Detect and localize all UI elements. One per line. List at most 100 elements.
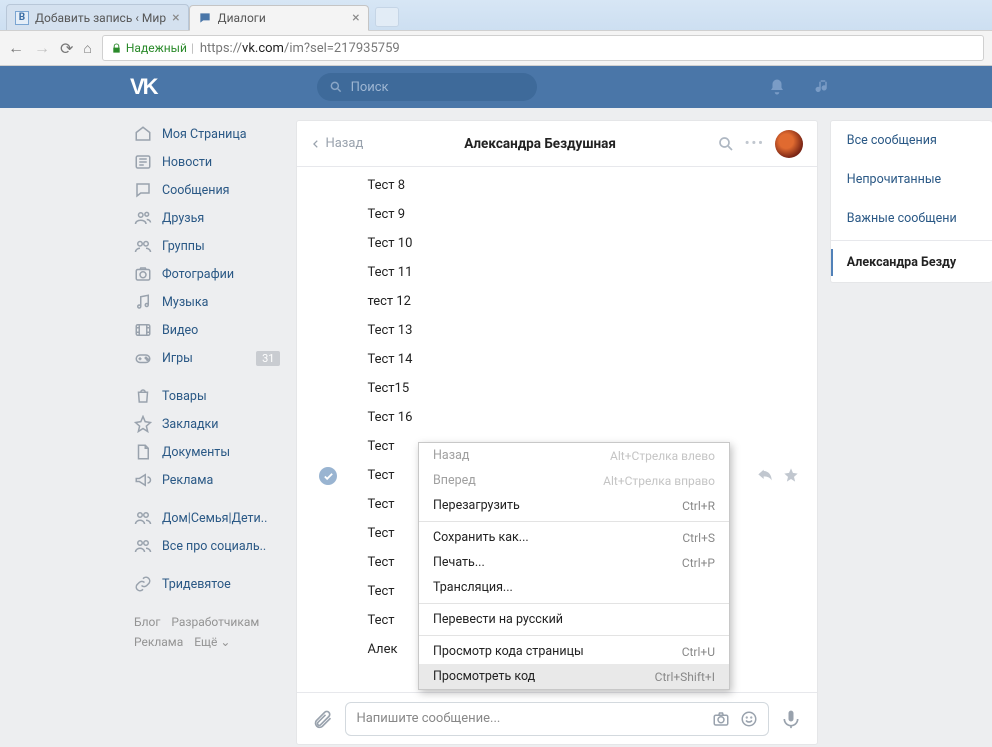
nav-badge: 31 bbox=[256, 351, 280, 366]
emoji-icon[interactable] bbox=[740, 710, 758, 728]
nav-item-c2[interactable]: Все про социаль.. bbox=[130, 532, 284, 560]
message[interactable]: Тест 14 bbox=[367, 345, 798, 374]
url-input[interactable]: Надежный | https://vk.com/im?sel=2179357… bbox=[102, 35, 984, 61]
close-icon[interactable]: × bbox=[352, 10, 359, 26]
nav-item-market[interactable]: Товары bbox=[130, 382, 284, 410]
nav-item-photos[interactable]: Фотографии bbox=[130, 260, 284, 288]
nav-item-news[interactable]: Новости bbox=[130, 148, 284, 176]
messages-icon bbox=[134, 181, 152, 199]
nav-item-c1[interactable]: Дом|Семья|Дети.. bbox=[130, 504, 284, 532]
favicon-icon bbox=[198, 11, 212, 25]
message[interactable]: Тест 9 bbox=[367, 200, 798, 229]
groups-icon bbox=[134, 237, 152, 255]
notifications-icon[interactable] bbox=[768, 78, 786, 96]
ctx-label: Перезагрузить bbox=[433, 498, 520, 513]
ctx-translate[interactable]: Перевести на русский bbox=[419, 607, 729, 632]
message[interactable]: Тест 13 bbox=[367, 316, 798, 345]
composer: Напишите сообщение... bbox=[297, 692, 816, 744]
community-icon bbox=[134, 537, 152, 555]
nav-item-c3[interactable]: Тридевятое bbox=[130, 570, 284, 598]
separator bbox=[419, 635, 729, 636]
footer-devs[interactable]: Разработчикам bbox=[171, 615, 259, 629]
filter-all[interactable]: Все сообщения bbox=[831, 121, 992, 160]
ctx-shortcut: Alt+Стрелка влево bbox=[610, 449, 715, 463]
star-icon[interactable] bbox=[783, 467, 799, 483]
vk-logo[interactable]: VK bbox=[130, 74, 157, 100]
browser-chrome: В Добавить запись ‹ Мир × Диалоги × ← → … bbox=[0, 0, 992, 66]
ads-icon bbox=[134, 471, 152, 489]
home-button[interactable]: ⌂ bbox=[83, 40, 91, 57]
message[interactable]: Тест 10 bbox=[367, 229, 798, 258]
chevron-left-icon bbox=[311, 139, 321, 149]
bookmarks-icon bbox=[134, 415, 152, 433]
nav-item-music[interactable]: Музыка bbox=[130, 288, 284, 316]
more-icon[interactable]: ••• bbox=[745, 136, 765, 151]
new-tab-button[interactable] bbox=[375, 7, 399, 27]
nav-item-messages[interactable]: Сообщения bbox=[130, 176, 284, 204]
context-menu: НазадAlt+Стрелка влевоВпередAlt+Стрелка … bbox=[418, 442, 730, 690]
reload-button[interactable]: ⟳ bbox=[60, 39, 73, 58]
nav-item-profile[interactable]: Моя Страница bbox=[130, 120, 284, 148]
nav-item-groups[interactable]: Группы bbox=[130, 232, 284, 260]
music-icon[interactable] bbox=[814, 78, 832, 96]
browser-tab-0[interactable]: В Добавить запись ‹ Мир × bbox=[6, 4, 189, 30]
nav-label: Сообщения bbox=[162, 183, 230, 198]
search-in-chat-icon[interactable] bbox=[717, 135, 735, 153]
chain-icon bbox=[134, 575, 152, 593]
ctx-cast[interactable]: Трансляция... bbox=[419, 575, 729, 600]
filter-important[interactable]: Важные сообщени bbox=[831, 199, 992, 238]
chat-header: Назад Александра Бездушная ••• bbox=[297, 121, 816, 167]
profile-icon bbox=[134, 125, 152, 143]
mic-icon[interactable] bbox=[781, 709, 801, 729]
avatar[interactable] bbox=[775, 130, 803, 158]
footer-more[interactable]: Ещё ⌄ bbox=[194, 635, 230, 649]
ctx-viewsrc[interactable]: Просмотр кода страницыCtrl+U bbox=[419, 639, 729, 664]
message-input[interactable]: Напишите сообщение... bbox=[345, 702, 768, 736]
message[interactable]: тест 12 bbox=[367, 287, 798, 316]
footer-ads[interactable]: Реклама bbox=[134, 635, 183, 649]
close-icon[interactable]: × bbox=[172, 10, 179, 26]
footer-blog[interactable]: Блог bbox=[134, 615, 160, 629]
ctx-forward: ВпередAlt+Стрелка вправо bbox=[419, 468, 729, 493]
filter-unread[interactable]: Непрочитанные bbox=[831, 160, 992, 199]
nav-label: Реклама bbox=[162, 473, 213, 488]
message[interactable]: Тест15 bbox=[367, 374, 798, 403]
nav-label: Тридевятое bbox=[162, 577, 231, 592]
ctx-print[interactable]: Печать...Ctrl+P bbox=[419, 550, 729, 575]
ctx-saveas[interactable]: Сохранить как...Ctrl+S bbox=[419, 525, 729, 550]
nav-item-games[interactable]: Игры31 bbox=[130, 344, 284, 372]
nav-item-bookmarks[interactable]: Закладки bbox=[130, 410, 284, 438]
nav-item-friends[interactable]: Друзья bbox=[130, 204, 284, 232]
header-icons bbox=[768, 78, 992, 96]
back-link[interactable]: Назад bbox=[311, 136, 363, 151]
ctx-shortcut: Ctrl+P bbox=[682, 556, 715, 570]
attach-icon[interactable] bbox=[313, 709, 333, 729]
ctx-inspect[interactable]: Просмотреть кодCtrl+Shift+I bbox=[419, 664, 729, 689]
message[interactable]: Тест 11 bbox=[367, 258, 798, 287]
search-input[interactable]: Поиск bbox=[317, 73, 537, 101]
favicon-icon: В bbox=[15, 11, 29, 25]
community-icon bbox=[134, 509, 152, 527]
secure-badge: Надежный | bbox=[111, 41, 194, 55]
ctx-reload[interactable]: ПерезагрузитьCtrl+R bbox=[419, 493, 729, 518]
ctx-label: Сохранить как... bbox=[433, 530, 529, 545]
nav-label: Документы bbox=[162, 445, 230, 460]
forward-button[interactable]: → bbox=[34, 38, 50, 58]
nav-item-docs[interactable]: Документы bbox=[130, 438, 284, 466]
reply-icon[interactable] bbox=[757, 467, 773, 483]
back-button[interactable]: ← bbox=[8, 38, 24, 58]
browser-tab-1[interactable]: Диалоги × bbox=[189, 5, 369, 31]
message[interactable]: Тест 8 bbox=[367, 171, 798, 200]
message[interactable]: Тест 16 bbox=[367, 403, 798, 432]
nav-label: Дом|Семья|Дети.. bbox=[162, 511, 267, 526]
nav-item-videos[interactable]: Видео bbox=[130, 316, 284, 344]
nav-label: Группы bbox=[162, 239, 205, 254]
games-icon bbox=[134, 349, 152, 367]
camera-icon[interactable] bbox=[712, 710, 730, 728]
selected-check-icon[interactable] bbox=[319, 467, 337, 485]
nav-item-ads[interactable]: Реклама bbox=[130, 466, 284, 494]
filter-active-chat[interactable]: Александра Безду bbox=[831, 243, 992, 282]
address-bar: ← → ⟳ ⌂ Надежный | https://vk.com/im?sel… bbox=[0, 30, 992, 66]
nav-label: Товары bbox=[162, 389, 207, 404]
search-icon bbox=[717, 135, 735, 153]
